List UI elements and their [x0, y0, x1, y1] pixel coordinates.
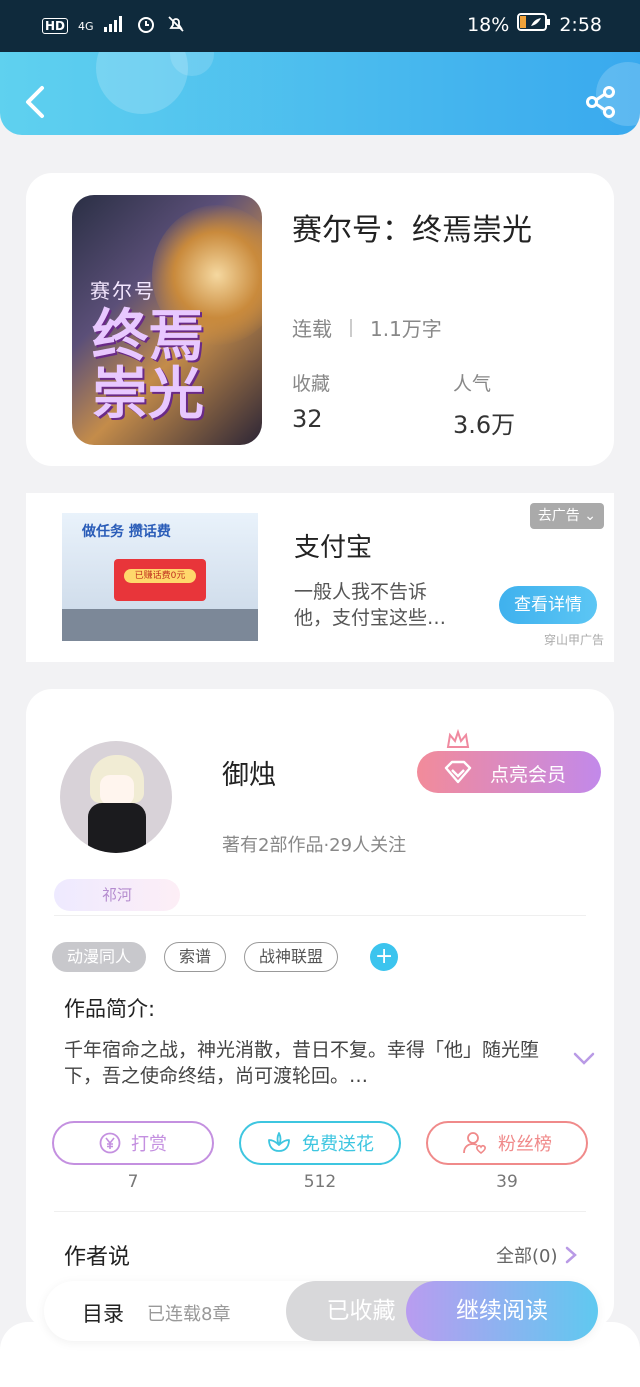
ad-image[interactable]: 做任务 攒话费 已赚话费0元 [62, 513, 258, 641]
author-stats: 著有2部作品·29人关注 [222, 835, 407, 856]
intro-title: 作品简介: [64, 997, 156, 1021]
crown-icon [446, 729, 470, 748]
status-bar: HD 4G 18% 2:58 [0, 0, 640, 52]
red-envelope-icon: 已赚话费0元 [114, 559, 206, 601]
ad-image-banner: 做任务 攒话费 [82, 524, 171, 540]
continue-reading-button[interactable]: 继续阅读 [406, 1281, 598, 1341]
ad-banner[interactable]: 做任务 攒话费 已赚话费0元 支付宝 一般人我不告诉他，支付宝这些… 去广告 ⌄… [26, 493, 614, 662]
author-card: 御烛 著有2部作品·29人关注 点亮会员 祁河 动漫同人 索谱 战神联盟 + 作… [26, 689, 614, 1329]
fan-ranking-icon [463, 1132, 486, 1155]
favorites-value: 32 [292, 405, 323, 433]
toc-status: 已连载8章 [147, 1304, 231, 1325]
author-say-title: 作者说 [64, 1245, 131, 1270]
plus-icon: + [374, 944, 394, 969]
mute-icon [166, 14, 186, 38]
popularity-value: 3.6万 [453, 411, 516, 439]
vip-button[interactable]: 点亮会员 [417, 729, 601, 793]
ad-source: 穿山甲广告 [543, 633, 604, 647]
author-avatar[interactable] [60, 741, 172, 853]
book-title: 赛尔号：终焉崇光 [292, 213, 532, 248]
book-cover[interactable]: 赛尔号 终焉 崇光 [72, 195, 262, 445]
remove-ad-label: 去广告 [537, 508, 580, 524]
author-say-all-link[interactable]: 全部(0) [496, 1242, 578, 1268]
tip-button[interactable]: 打赏 [52, 1121, 214, 1165]
signal-label: 4G [78, 19, 94, 33]
author-name[interactable]: 御烛 [222, 753, 276, 792]
network-badge: HD [42, 18, 69, 34]
header-bar [0, 52, 640, 135]
back-button[interactable] [20, 82, 50, 122]
toc-button[interactable]: 目录 [82, 1298, 124, 1328]
chevron-down-icon: ⌄ [584, 508, 596, 524]
battery-icon [517, 13, 551, 36]
ad-description: 一般人我不告诉他，支付宝这些… [294, 581, 447, 629]
author-say-all-label: 全部(0) [496, 1246, 558, 1267]
send-flower-label: 免费送花 [302, 1134, 374, 1155]
share-icon [586, 86, 615, 118]
book-info-card: 赛尔号 终焉 崇光 赛尔号：终焉崇光 连载 1.1万字 收藏 32 人气 3.6… [26, 173, 614, 466]
tag-item[interactable]: 索谱 [164, 942, 227, 972]
add-tag-button[interactable]: + [370, 943, 399, 971]
send-flower-button[interactable]: 免费送花 [239, 1121, 401, 1165]
favorites-label: 收藏 [292, 373, 331, 395]
ad-title: 支付宝 [294, 533, 373, 563]
book-status: 连载 [292, 317, 332, 341]
cover-title: 终焉 崇光 [92, 303, 204, 427]
tip-count: 7 [127, 1172, 139, 1192]
book-meta: 连载 1.1万字 [292, 313, 442, 342]
tag-item[interactable]: 战神联盟 [244, 942, 339, 972]
cover-subtitle: 赛尔号 [90, 279, 156, 303]
battery-percent: 18% [467, 13, 510, 36]
intro-text: 千年宿命之战，神光消散，昔日不复。幸得「他」随光堕下，吾之使命终结，尚可渡轮回。… [64, 1039, 540, 1087]
tag-list: 动漫同人 索谱 战神联盟 + [52, 942, 399, 972]
flower-count: 512 [303, 1172, 337, 1192]
flower-icon [268, 1132, 290, 1152]
diamond-icon [444, 760, 472, 784]
remove-ad-button[interactable]: 去广告 ⌄ [529, 503, 604, 529]
popularity-label: 人气 [453, 373, 492, 395]
fan-ranking-button[interactable]: 粉丝榜 [426, 1121, 588, 1165]
chevron-down-icon [573, 1052, 595, 1065]
vip-label: 点亮会员 [490, 764, 567, 786]
ad-details-button[interactable]: 查看详情 [499, 586, 597, 624]
word-count: 1.1万字 [370, 317, 442, 341]
bottom-bar: 目录 已连载8章 已收藏 继续阅读 [44, 1281, 598, 1341]
signal-icon [103, 16, 126, 36]
yuan-coin-icon [99, 1132, 121, 1154]
tip-label: 打赏 [131, 1134, 167, 1155]
chevron-right-icon [565, 1246, 577, 1264]
ad-envelope-text: 已赚话费0元 [124, 569, 196, 583]
author-badge: 祁河 [54, 879, 180, 911]
share-button[interactable] [584, 85, 618, 119]
tag-item[interactable]: 动漫同人 [52, 942, 147, 972]
expand-intro-button[interactable] [572, 1051, 596, 1071]
alarm-icon [136, 14, 156, 38]
fan-ranking-label: 粉丝榜 [498, 1134, 552, 1155]
fan-count: 39 [496, 1172, 518, 1192]
clock: 2:58 [559, 13, 602, 36]
chevron-left-icon [26, 86, 44, 118]
